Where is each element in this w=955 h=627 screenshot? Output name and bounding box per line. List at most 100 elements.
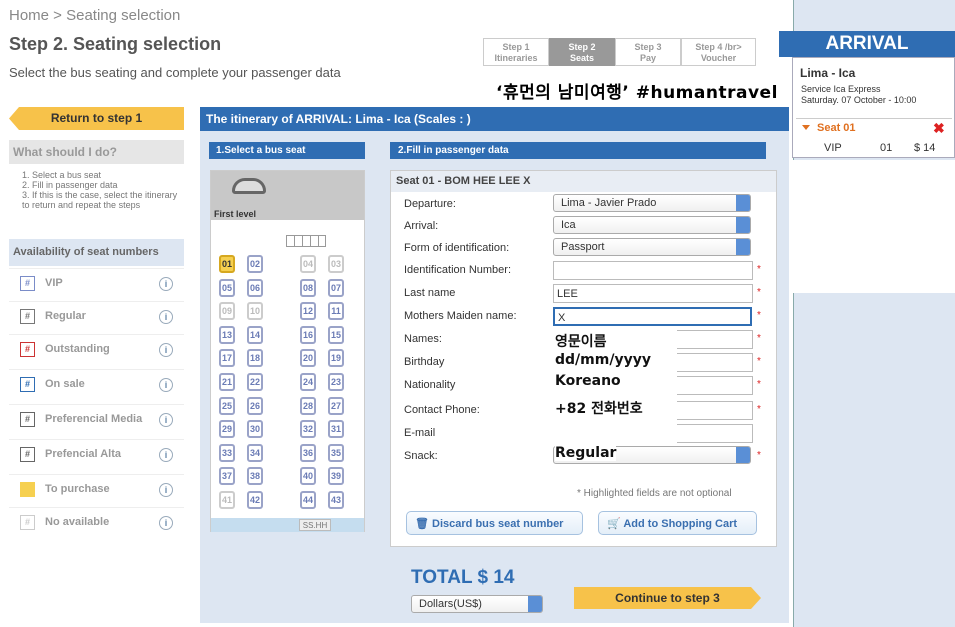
add-to-cart-button[interactable]: 🛒 Add to Shopping Cart	[598, 511, 757, 535]
seat-36[interactable]: 36	[300, 443, 316, 462]
last-name-input[interactable]: LEE	[553, 284, 753, 303]
seat-11[interactable]: 11	[328, 302, 344, 321]
maiden-name-input[interactable]: X	[553, 307, 752, 326]
info-icon[interactable]: i	[159, 277, 173, 291]
info-icon[interactable]: i	[159, 343, 173, 357]
seat-25[interactable]: 25	[219, 396, 235, 415]
page-title: Step 2. Seating selection	[9, 34, 222, 54]
handwritten-names: 영문이름	[555, 334, 607, 350]
seat-26[interactable]: 26	[247, 396, 263, 415]
seat-type-icon: #	[20, 447, 35, 462]
seat-33[interactable]: 33	[219, 443, 235, 462]
legend-item-on-sale: # On sale i	[9, 369, 184, 399]
seat-14[interactable]: 14	[247, 325, 263, 344]
seat-18[interactable]: 18	[247, 349, 263, 368]
seat-13[interactable]: 13	[219, 325, 235, 344]
snack-label: Snack:	[404, 450, 438, 462]
legend-item-preferencial-media: # Preferencial Media i	[9, 404, 184, 434]
required-mark: *	[757, 310, 761, 321]
seat-32[interactable]: 32	[300, 420, 316, 439]
info-icon[interactable]: i	[159, 448, 173, 462]
seat-01[interactable]: 01	[219, 255, 235, 273]
seat-30[interactable]: 30	[247, 420, 263, 439]
seat-02[interactable]: 02	[247, 255, 263, 273]
handwritten-nationality: Koreano	[555, 373, 621, 389]
info-icon[interactable]: i	[159, 310, 173, 324]
seat-29[interactable]: 29	[219, 420, 235, 439]
seat-08[interactable]: 08	[300, 278, 316, 297]
info-icon[interactable]: i	[159, 483, 173, 497]
step-1-tab[interactable]: Step 1 Itineraries	[483, 38, 549, 66]
bus-rear	[211, 518, 364, 532]
section-passenger-title: 2.Fill in passenger data	[390, 142, 766, 159]
seat-19[interactable]: 19	[328, 349, 344, 368]
help-title: What should I do?	[9, 140, 184, 164]
seat-07[interactable]: 07	[328, 278, 344, 297]
info-icon[interactable]: i	[159, 413, 173, 427]
seat-09[interactable]: 09	[219, 302, 235, 321]
seat-21[interactable]: 21	[219, 373, 235, 391]
seat-16[interactable]: 16	[300, 325, 316, 344]
breadcrumb: Home > Seating selection	[9, 7, 181, 24]
seat-03[interactable]: 03	[328, 255, 344, 273]
id-number-input[interactable]	[553, 261, 753, 280]
step-3-tab[interactable]: Step 3 Pay	[615, 38, 681, 66]
seat-40[interactable]: 40	[300, 467, 316, 486]
seat-41[interactable]: 41	[219, 491, 235, 509]
legend-label: To purchase	[45, 483, 110, 495]
birthday-label: Birthday	[404, 356, 445, 368]
seat-12[interactable]: 12	[300, 302, 316, 321]
handwritten-birthday: dd/mm/yyyy	[555, 352, 651, 368]
seat-20[interactable]: 20	[300, 349, 316, 368]
discard-seat-button[interactable]: 🗑 Discard bus seat number	[406, 511, 583, 535]
info-icon[interactable]: i	[159, 516, 173, 530]
return-step1-button[interactable]: Return to step 1	[9, 107, 184, 130]
legend-item-no-available: # No available i	[9, 507, 184, 537]
seat-24[interactable]: 24	[300, 373, 316, 391]
seat-22[interactable]: 22	[247, 373, 263, 391]
names-label: Names:	[404, 333, 442, 345]
seat-37[interactable]: 37	[219, 467, 235, 486]
id-form-select[interactable]: Passport	[553, 238, 751, 256]
seat-17[interactable]: 17	[219, 349, 235, 368]
arrival-select[interactable]: Ica	[553, 216, 751, 234]
seat-43[interactable]: 43	[328, 491, 344, 509]
info-icon[interactable]: i	[159, 378, 173, 392]
departure-select[interactable]: Lima - Javier Prado	[553, 194, 751, 212]
seat-15[interactable]: 15	[328, 325, 344, 344]
seat-42[interactable]: 42	[247, 491, 263, 509]
seat-44[interactable]: 44	[300, 491, 316, 509]
legend-label: VIP	[45, 277, 63, 289]
phone-label: Contact Phone:	[404, 404, 480, 416]
required-mark: *	[757, 379, 761, 390]
seat-type-icon	[20, 482, 35, 497]
bus-level-label: First level	[214, 209, 257, 219]
continue-step3-button[interactable]: Continue to step 3	[574, 587, 761, 609]
nationality-label: Nationality	[404, 379, 456, 391]
required-mark: *	[757, 404, 761, 415]
section-seat-title: 1.Select a bus seat	[209, 142, 365, 159]
step-2-tab[interactable]: Step 2 Seats	[549, 38, 615, 66]
total-price: TOTAL $ 14	[411, 567, 515, 588]
seat-10[interactable]: 10	[247, 302, 263, 321]
seat-39[interactable]: 39	[328, 467, 344, 486]
remove-seat-icon[interactable]: ✖	[933, 120, 945, 137]
seat-34[interactable]: 34	[247, 443, 263, 462]
handwritten-snack: Regular	[555, 445, 617, 461]
instructions-list: 1. Select a bus seat 2. Fill in passenge…	[22, 170, 178, 210]
seat-05[interactable]: 05	[219, 278, 235, 297]
legend-item-prefencial-alta: # Prefencial Alta i	[9, 439, 184, 469]
seat-27[interactable]: 27	[328, 396, 344, 415]
seat-type-icon: #	[20, 309, 35, 324]
seat-06[interactable]: 06	[247, 278, 263, 297]
seat-31[interactable]: 31	[328, 420, 344, 439]
seat-04[interactable]: 04	[300, 255, 316, 273]
currency-select[interactable]: Dollars(US$)	[411, 595, 543, 613]
seat-35[interactable]: 35	[328, 443, 344, 462]
step-4-tab[interactable]: Step 4 /br> Voucher	[681, 38, 756, 66]
seat-28[interactable]: 28	[300, 396, 316, 415]
itinerary-bar: The itinerary of ARRIVAL: Lima - Ica (Sc…	[200, 107, 789, 131]
seat-38[interactable]: 38	[247, 467, 263, 486]
seat-23[interactable]: 23	[328, 373, 344, 391]
trash-icon: 🗑	[415, 518, 433, 530]
